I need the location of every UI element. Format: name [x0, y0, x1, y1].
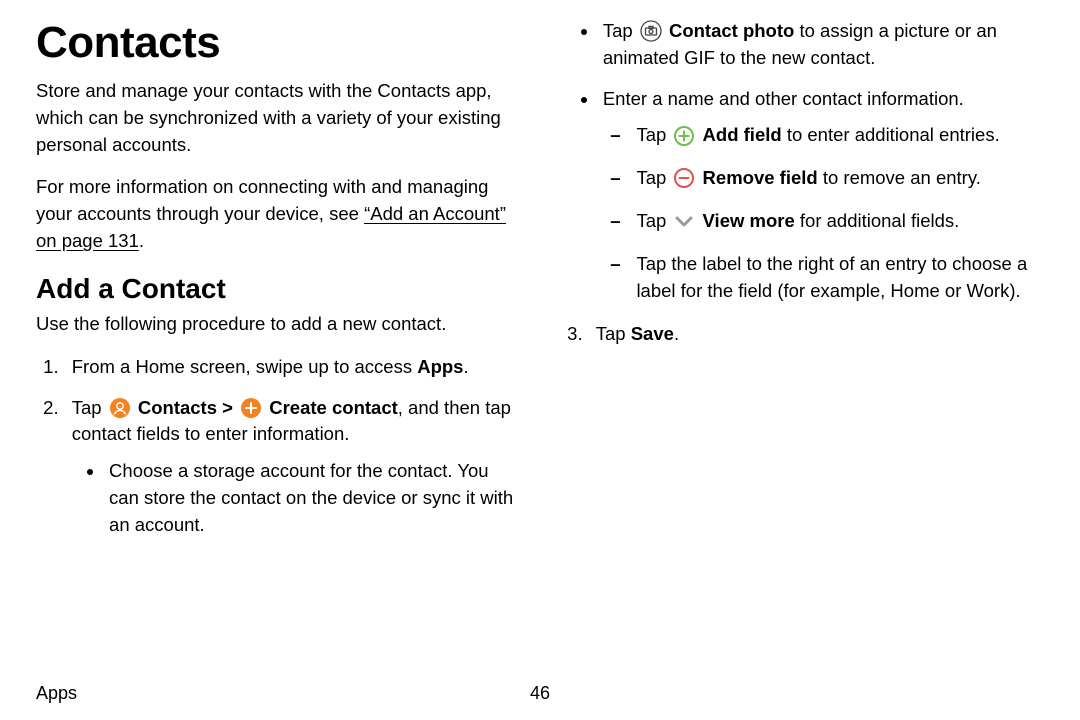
- document-body: Contacts Store and manage your contacts …: [0, 0, 1080, 660]
- camera-outline-icon: [640, 20, 662, 42]
- plus-outline-icon: [673, 125, 695, 147]
- right-column: Tap Contact photo to assign a picture or…: [560, 18, 1044, 347]
- create-contact-label: Create contact: [269, 397, 398, 418]
- dash-label-field: Tap the label to the right of an entry t…: [632, 251, 1044, 305]
- text: to remove an entry.: [818, 167, 981, 188]
- bullet-storage: Choose a storage account for the contact…: [105, 458, 520, 538]
- apps-label: Apps: [417, 356, 463, 377]
- contacts-label: Contacts: [138, 397, 217, 418]
- save-label: Save: [631, 323, 674, 344]
- text: Tap: [596, 323, 631, 344]
- add-field-label: Add field: [703, 124, 782, 145]
- page-number: 46: [530, 683, 550, 704]
- dash-add-field: Tap Add field to enter additional entrie…: [632, 122, 1044, 149]
- breadcrumb-separator: >: [217, 397, 238, 418]
- step-2-bullets: Choose a storage account for the contact…: [72, 458, 520, 538]
- dash-view-more: Tap View more for additional fields.: [632, 208, 1044, 235]
- remove-field-label: Remove field: [703, 167, 818, 188]
- section-description: Use the following procedure to add a new…: [36, 311, 520, 338]
- section-heading-add-contact: Add a Contact: [36, 273, 520, 305]
- intro-paragraph-1: Store and manage your contacts with the …: [36, 78, 520, 158]
- text: Enter a name and other contact informati…: [603, 88, 964, 109]
- text: From a Home screen, swipe up to access: [72, 356, 417, 377]
- text: Tap: [636, 210, 671, 231]
- footer-section-name: Apps: [36, 683, 77, 703]
- plus-filled-icon: [240, 397, 262, 419]
- step-3: Tap Save.: [588, 321, 1044, 348]
- step-2-bullets-continued: Tap Contact photo to assign a picture or…: [560, 18, 1044, 305]
- text: for additional fields.: [795, 210, 960, 231]
- page-title: Contacts: [36, 18, 520, 68]
- intro-paragraph-2: For more information on connecting with …: [36, 174, 520, 254]
- text: Tap: [636, 167, 671, 188]
- view-more-label: View more: [703, 210, 795, 231]
- text: to assign a picture or an animated GIF t…: [603, 20, 997, 68]
- sub-instructions: Tap Add field to enter additional entrie…: [603, 122, 1044, 304]
- step-2: Tap Contacts > Create contact, and then …: [64, 395, 520, 539]
- dash-remove-field: Tap Remove field to remove an entry.: [632, 165, 1044, 192]
- text: Tap: [72, 397, 107, 418]
- text: .: [139, 230, 144, 251]
- text: to enter additional entries.: [782, 124, 1000, 145]
- chevron-down-icon: [673, 210, 695, 232]
- text: Tap: [636, 124, 671, 145]
- steps-list-continued: Tap Save.: [560, 321, 1044, 348]
- bullet-enter-info: Enter a name and other contact informati…: [599, 86, 1044, 305]
- minus-outline-icon: [673, 167, 695, 189]
- text: .: [674, 323, 679, 344]
- steps-list: From a Home screen, swipe up to access A…: [36, 354, 520, 539]
- contacts-app-icon: [109, 397, 131, 419]
- step-1: From a Home screen, swipe up to access A…: [64, 354, 520, 381]
- text: .: [463, 356, 468, 377]
- text: Tap: [603, 20, 638, 41]
- bullet-contact-photo: Tap Contact photo to assign a picture or…: [599, 18, 1044, 72]
- page-footer: Apps 46: [36, 683, 1044, 704]
- contact-photo-label: Contact photo: [669, 20, 794, 41]
